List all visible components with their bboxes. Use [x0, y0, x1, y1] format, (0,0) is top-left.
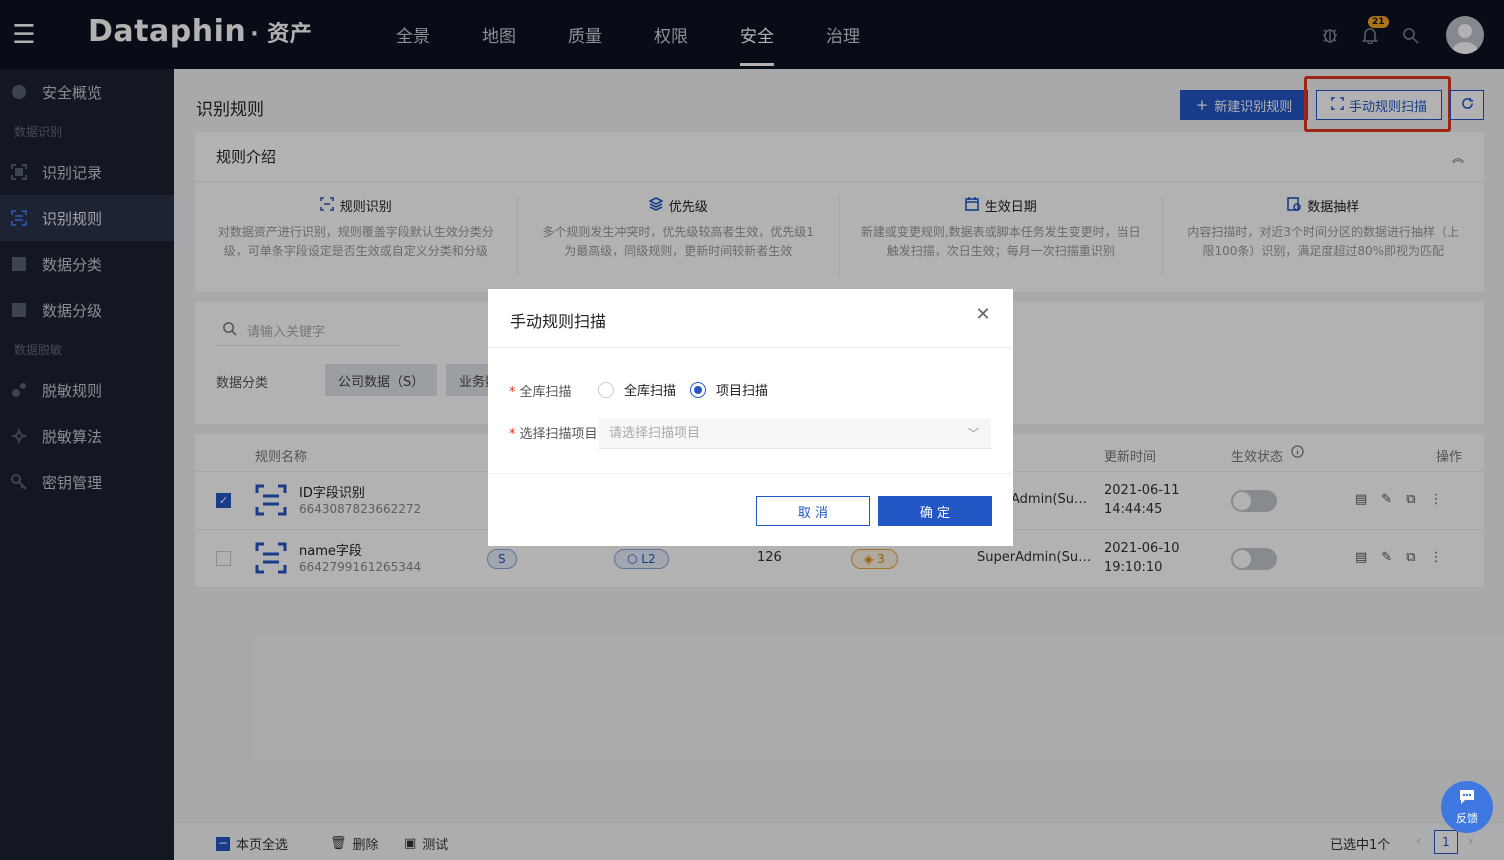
- chevron-down-icon: ﹀: [968, 427, 979, 440]
- cancel-button[interactable]: 取 消: [756, 496, 870, 526]
- radio-project-scan[interactable]: 项目扫描: [690, 380, 768, 399]
- confirm-button[interactable]: 确 定: [878, 496, 992, 526]
- project-select[interactable]: 请选择扫描项目 ﹀: [599, 419, 991, 449]
- radio-project-label: 项目扫描: [716, 384, 769, 399]
- project-select-label-text: 选择扫描项目: [519, 427, 598, 442]
- modal-header: 手动规则扫描 ✕: [488, 289, 1013, 348]
- project-select-placeholder: 请选择扫描项目: [609, 426, 701, 441]
- scan-scope-label: * 全库扫描: [509, 385, 572, 400]
- modal-title: 手动规则扫描: [510, 312, 607, 331]
- manual-scan-modal: 手动规则扫描 ✕ * 全库扫描 全库扫描 项目扫描 * 选择扫描项目 请选择扫描项目…: [488, 289, 1013, 546]
- close-icon[interactable]: ✕: [975, 306, 991, 324]
- feedback-label: 反馈: [1456, 811, 1478, 825]
- radio-full-scan[interactable]: 全库扫描: [598, 380, 676, 399]
- scan-scope-label-text: 全库扫描: [519, 385, 572, 400]
- feedback-button[interactable]: 反馈: [1441, 781, 1493, 833]
- radio-circle-checked: [690, 381, 706, 398]
- modal-body: * 全库扫描 全库扫描 项目扫描 * 选择扫描项目 请选择扫描项目 ﹀: [488, 348, 1013, 474]
- radio-full-label: 全库扫描: [624, 384, 677, 399]
- chat-icon: [1458, 789, 1476, 808]
- radio-circle: [598, 381, 614, 398]
- project-select-label: * 选择扫描项目: [509, 427, 598, 442]
